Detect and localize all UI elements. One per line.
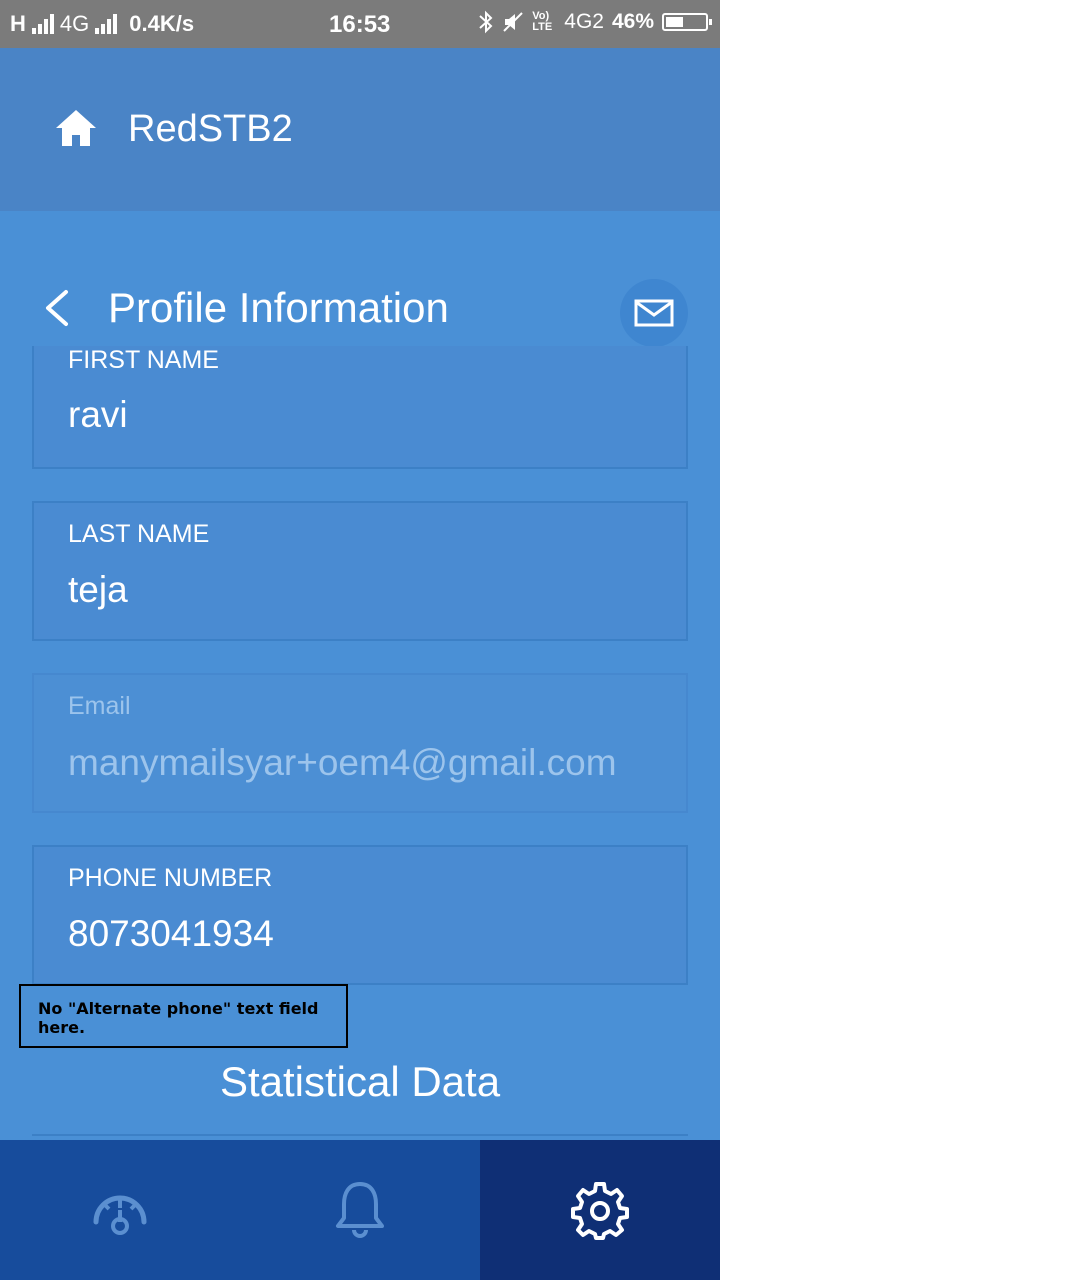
annotation-note: No "Alternate phone" text field here.: [19, 984, 348, 1048]
signal-bars-icon: [95, 14, 118, 34]
battery-icon: [662, 13, 712, 31]
phone-field[interactable]: PHONE NUMBER 8073041934: [32, 845, 688, 985]
mail-button[interactable]: [620, 279, 688, 347]
volte-label: Vo) LTE: [532, 10, 553, 33]
first-name-value[interactable]: ravi: [68, 394, 128, 436]
home-icon[interactable]: [54, 108, 98, 148]
gear-icon: [571, 1182, 629, 1240]
annotation-text: No "Alternate phone" text field here.: [38, 999, 319, 1037]
bluetooth-icon: [479, 10, 493, 34]
bell-icon: [336, 1182, 384, 1238]
last-name-value[interactable]: teja: [68, 569, 128, 611]
tab-notifications[interactable]: [240, 1140, 480, 1280]
first-name-field[interactable]: FIRST NAME ravi: [32, 346, 688, 469]
speedometer-icon: [93, 1195, 147, 1235]
mute-icon: [503, 12, 523, 32]
bottom-nav: [0, 1140, 720, 1280]
phone-label: PHONE NUMBER: [68, 864, 273, 892]
email-label: Email: [68, 692, 131, 720]
network-4g-label: 4G: [59, 11, 90, 36]
mail-icon: [634, 299, 674, 327]
battery-percent: 46%: [611, 10, 654, 33]
app-bar: RedSTB2: [0, 48, 720, 211]
network-speed: 0.4K/s: [129, 11, 195, 36]
network-type-label: H: [10, 11, 26, 36]
last-name-label: LAST NAME: [68, 520, 210, 548]
tab-dashboard[interactable]: [0, 1140, 240, 1280]
statistical-data-title: Statistical Data: [219, 1058, 501, 1105]
phone-screen: H 4G 0.4K/s 16:53 Vo) LTE 4G2 46% RedSTB…: [0, 0, 720, 1280]
chevron-left-icon[interactable]: [40, 288, 74, 328]
first-name-label: FIRST NAME: [68, 346, 219, 374]
email-field: Email manymailsyar+oem4@gmail.com: [32, 673, 688, 813]
status-right: Vo) LTE 4G2 46%: [478, 10, 712, 34]
phone-value[interactable]: 8073041934: [68, 913, 274, 955]
status-time: 16:53: [329, 11, 391, 38]
tab-settings[interactable]: [480, 1140, 720, 1280]
signal-bars-icon: [31, 14, 54, 34]
page-title: Profile Information: [108, 284, 449, 331]
status-bar: H 4G 0.4K/s 16:53 Vo) LTE 4G2 46%: [0, 0, 720, 48]
status-left: H 4G 0.4K/s: [10, 11, 194, 37]
app-title: RedSTB2: [128, 108, 293, 150]
last-name-field[interactable]: LAST NAME teja: [32, 501, 688, 641]
network-4g2-label: 4G2: [564, 10, 604, 33]
email-value: manymailsyar+oem4@gmail.com: [68, 742, 617, 783]
